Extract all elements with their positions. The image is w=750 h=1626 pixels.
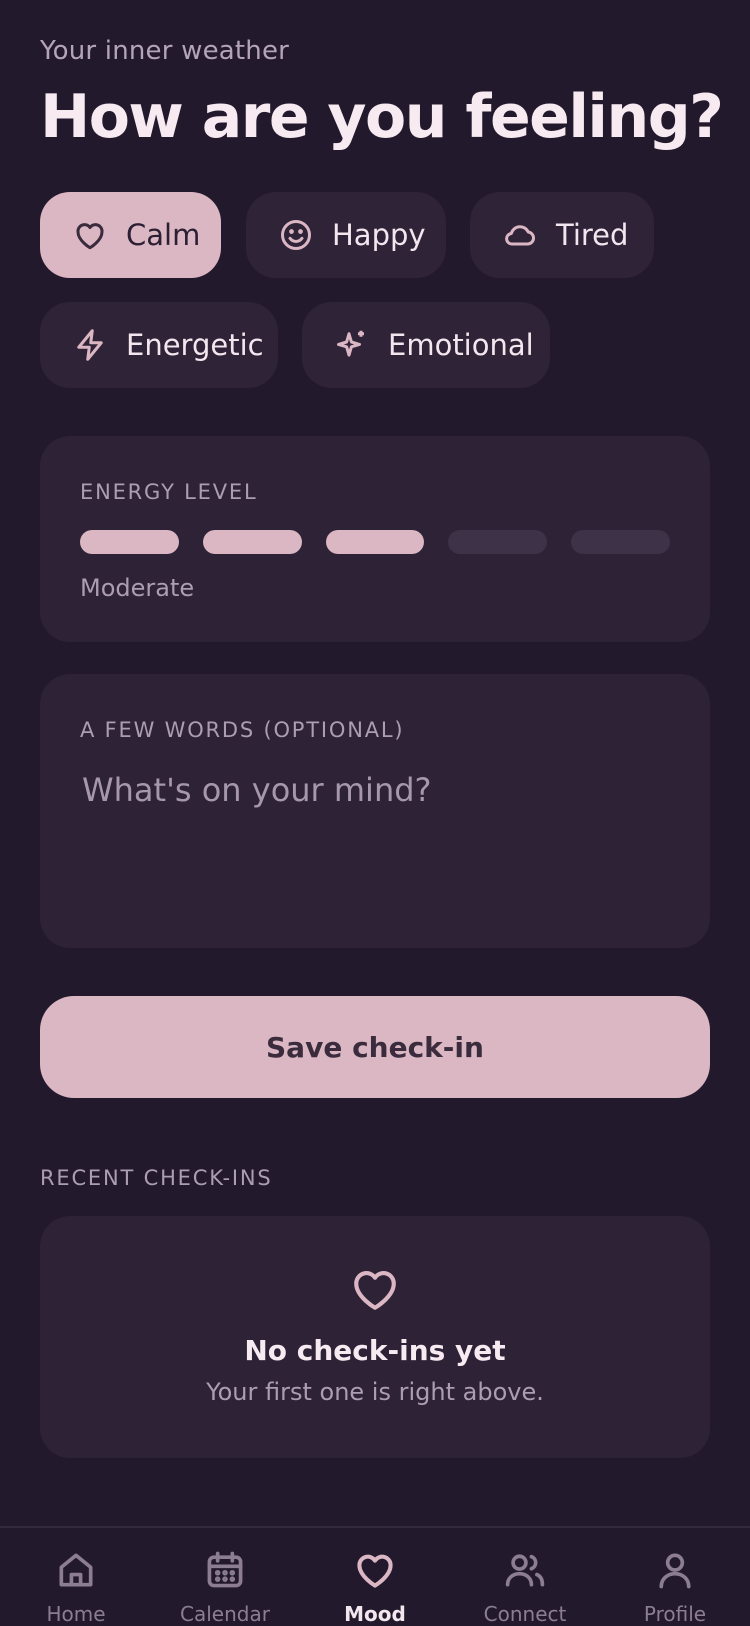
heart-icon bbox=[76, 223, 104, 250]
smiley-icon bbox=[281, 220, 311, 250]
energy-meter[interactable] bbox=[80, 530, 670, 554]
energy-segment[interactable] bbox=[448, 530, 548, 554]
recent-empty-state: No check-ins yet Your first one is right… bbox=[40, 1216, 710, 1458]
mood-chip-emotional[interactable]: Emotional bbox=[302, 302, 550, 388]
recent-section-label: RECENT CHECK-INS bbox=[40, 1166, 273, 1190]
mood-chip-calm[interactable]: Calm bbox=[40, 192, 221, 278]
tab-home[interactable]: Home bbox=[21, 1548, 131, 1626]
tab-label: Home bbox=[46, 1602, 106, 1626]
save-checkin-button[interactable]: Save check-in bbox=[40, 996, 710, 1098]
empty-subtitle: Your first one is right above. bbox=[206, 1378, 544, 1406]
energy-segment[interactable] bbox=[80, 530, 179, 554]
mood-chip-label: Emotional bbox=[388, 328, 534, 362]
note-card: A FEW WORDS (OPTIONAL) bbox=[40, 674, 710, 948]
people-icon bbox=[505, 1554, 545, 1587]
page-title: How are you feeling? bbox=[40, 82, 724, 152]
bottom-tab-bar: Home Calendar Mood Connect Profile bbox=[0, 1526, 750, 1626]
mood-chip-label: Calm bbox=[126, 218, 201, 252]
heart-icon bbox=[354, 1271, 396, 1310]
tab-mood[interactable]: Mood bbox=[320, 1548, 430, 1626]
mood-chip-label: Energetic bbox=[126, 328, 264, 362]
energy-segment[interactable] bbox=[325, 530, 425, 554]
heart-icon bbox=[357, 1554, 393, 1588]
home-icon bbox=[59, 1553, 93, 1587]
tab-connect[interactable]: Connect bbox=[470, 1548, 580, 1626]
note-label: A FEW WORDS (OPTIONAL) bbox=[80, 718, 405, 742]
energy-value: Moderate bbox=[80, 574, 195, 602]
energy-card: ENERGY LEVEL Moderate bbox=[40, 436, 710, 642]
tab-label: Connect bbox=[483, 1602, 567, 1626]
mood-chip-tired[interactable]: Tired bbox=[470, 192, 654, 278]
mood-chip-label: Happy bbox=[332, 218, 426, 252]
lightning-icon bbox=[77, 329, 103, 361]
tab-label: Calendar bbox=[180, 1602, 270, 1626]
mood-chip-energetic[interactable]: Energetic bbox=[40, 302, 278, 388]
page-eyebrow: Your inner weather bbox=[40, 36, 290, 66]
tab-label: Profile bbox=[643, 1602, 707, 1626]
tab-calendar[interactable]: Calendar bbox=[170, 1548, 280, 1626]
empty-title: No check-ins yet bbox=[244, 1334, 506, 1367]
calendar-icon bbox=[207, 1551, 243, 1588]
note-input[interactable] bbox=[80, 770, 670, 810]
tab-label: Mood bbox=[344, 1602, 406, 1626]
cloud-icon bbox=[505, 225, 535, 246]
sparkle-icon bbox=[337, 330, 364, 357]
energy-segment[interactable] bbox=[571, 530, 670, 554]
mood-chip-label: Tired bbox=[556, 218, 629, 252]
person-icon bbox=[659, 1553, 691, 1589]
mood-chip-happy[interactable]: Happy bbox=[246, 192, 446, 278]
energy-label: ENERGY LEVEL bbox=[80, 480, 258, 504]
energy-segment[interactable] bbox=[202, 530, 302, 554]
tab-profile[interactable]: Profile bbox=[620, 1548, 730, 1626]
